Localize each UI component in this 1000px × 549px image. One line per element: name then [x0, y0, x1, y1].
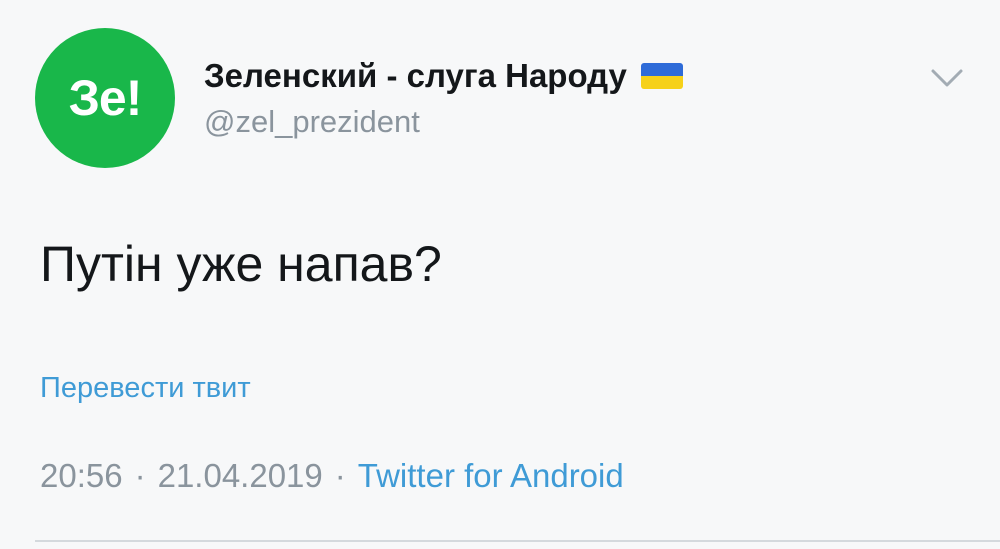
chevron-down-icon[interactable] — [930, 66, 964, 90]
ukraine-flag-icon — [640, 63, 683, 89]
meta-separator: · — [134, 457, 146, 494]
tweet-card: Зе! Зеленский - слуга Народу @zel_prezid… — [0, 0, 1000, 549]
tweet-source-link[interactable]: Twitter for Android — [358, 457, 624, 495]
tweet-text: Путін уже напав? — [40, 236, 442, 292]
tweet-time: 20:56 — [40, 457, 123, 494]
meta-separator: · — [334, 457, 346, 494]
tweet-meta: 20:56 · 21.04.2019 · Twitter for Android — [40, 457, 624, 495]
flag-yellow-stripe — [640, 76, 683, 89]
flag-blue-stripe — [640, 63, 683, 76]
divider — [35, 540, 1000, 542]
chevron-down-icon-svg — [931, 69, 963, 87]
avatar[interactable]: Зе! — [35, 28, 175, 168]
avatar-logo-text: Зе! — [68, 70, 143, 126]
translate-tweet-link[interactable]: Перевести твит — [40, 372, 251, 405]
author-name-row: Зеленский - слуга Народу — [204, 56, 683, 96]
author-display-name[interactable]: Зеленский - слуга Народу — [204, 57, 627, 95]
tweet-date[interactable]: 21.04.2019 — [158, 457, 323, 495]
author-handle[interactable]: @zel_prezident — [204, 104, 420, 140]
